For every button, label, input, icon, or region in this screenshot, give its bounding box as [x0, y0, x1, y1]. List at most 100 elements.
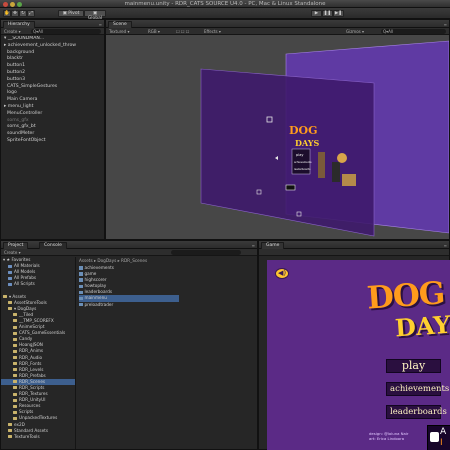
folder-icon	[13, 368, 17, 372]
color-mode-dropdown[interactable]: RGB ▾	[148, 29, 160, 34]
folder-label: RDR_Audio	[19, 354, 43, 360]
game-tabbar: Game ≡	[259, 241, 449, 249]
achievements-menu-button[interactable]: achievements	[386, 382, 449, 396]
folder-icon	[8, 307, 12, 311]
rotate-icon: ↻	[21, 11, 25, 16]
folder-label: RDR_Anims	[19, 348, 44, 354]
folder-icon	[13, 362, 17, 366]
game-viewport[interactable]: ◀) DOG DAYS play achievements leaderboar…	[267, 260, 450, 450]
scale-tool-button[interactable]: ⤢	[27, 10, 35, 17]
rotate-tool-button[interactable]: ↻	[19, 10, 27, 17]
breadcrumb[interactable]: Assets ▸ DogDays ▸ RDR_Scenes	[79, 257, 147, 264]
game-subbar	[259, 249, 449, 256]
folder-label: TextureTools	[14, 433, 40, 439]
folder-label: Resources	[19, 403, 41, 409]
folder-label: RDR_UnityUI	[19, 397, 46, 403]
folder-label: RDR_Fonts	[19, 360, 42, 366]
panel-menu-icon[interactable]: ≡	[99, 22, 102, 27]
move-icon: ✥	[13, 11, 17, 16]
folder-icon	[13, 331, 17, 335]
file-label: preloadtrader	[84, 301, 114, 307]
hierarchy-create-button[interactable]: Create ▾	[4, 29, 21, 34]
folder-label: Scripts	[19, 409, 34, 415]
tab-hierarchy[interactable]: Hierarchy	[3, 21, 35, 28]
scene-tabbar: Scene ≡	[106, 20, 449, 28]
publisher-badge[interactable]: A I	[427, 425, 450, 450]
file-label: highscorer	[84, 277, 107, 283]
scene-panel: Scene ≡ Textured ▾ RGB ▾ ☐ ☐ ☐ Effects ▾…	[105, 19, 450, 240]
unity-scene-icon	[79, 266, 83, 270]
panel-menu-icon[interactable]: ≡	[444, 22, 447, 27]
tab-game[interactable]: Game	[261, 242, 285, 249]
unity-scene-icon	[79, 290, 83, 295]
scene-logo-days: DAYS	[295, 138, 319, 148]
main-toolbar: ✋ ✥ ↻ ⤢ ▣ Pivot ▣ Global ▶ ❚❚ ▶❚	[0, 8, 450, 21]
project-create-button[interactable]: Create ▾	[4, 250, 21, 255]
tab-console[interactable]: Console	[39, 242, 67, 249]
window-titlebar: mainmenu.unity - RDR_CATS SOURCE U4.0 - …	[0, 0, 450, 8]
hierarchy-item[interactable]: ▾ __SOUNDMAN...	[1, 36, 104, 43]
hierarchy-item[interactable]: ▸ menu_light	[1, 104, 104, 111]
hierarchy-item[interactable]: MenuController	[1, 111, 104, 118]
project-search-input[interactable]	[171, 250, 241, 255]
scene-viewport[interactable]: DOG DAYS play achievements leaderboards	[106, 36, 449, 240]
scene-toggles[interactable]: ☐ ☐ ☐	[176, 29, 189, 34]
leaderboards-menu-button[interactable]: leaderboards	[386, 405, 447, 419]
file-label: game	[84, 271, 97, 277]
panel-menu-icon[interactable]: ≡	[252, 243, 255, 248]
scene-search-input[interactable]: Q▾All	[381, 29, 446, 34]
hierarchy-item[interactable]: button1	[1, 63, 104, 70]
unity-scene-icon	[79, 272, 83, 276]
project-panel: Project Console ≡ Create ▾ ▾ ★ Favorites…	[0, 240, 258, 450]
folder-icon	[8, 429, 12, 433]
pause-button[interactable]: ❚❚	[322, 10, 333, 17]
hand-tool-button[interactable]: ✋	[3, 10, 11, 17]
hierarchy-item[interactable]: button2	[1, 70, 104, 77]
play-icon: ▶	[314, 11, 319, 16]
hierarchy-item[interactable]: soundMeter	[1, 131, 104, 138]
folder-tree-item[interactable]: TextureTools	[1, 434, 75, 440]
gizmos-dropdown[interactable]: Gizmos ▾	[346, 29, 364, 34]
folder-icon	[13, 380, 17, 384]
folder-icon	[13, 416, 17, 420]
folder-icon	[13, 313, 17, 317]
folder-label: CATS_GameEssentials	[19, 330, 66, 336]
folder-label: AnimeScript	[19, 324, 45, 330]
move-tool-button[interactable]: ✥	[11, 10, 19, 17]
scale-icon: ⤢	[29, 11, 33, 16]
folder-icon	[3, 295, 7, 299]
scene-character-2	[332, 162, 340, 182]
render-mode-dropdown[interactable]: Textured ▾	[109, 29, 129, 34]
hierarchy-item[interactable]: SpriteFontObject	[1, 138, 104, 145]
panel-menu-icon[interactable]: ≡	[444, 243, 447, 248]
scene-canvas: DOG DAYS play achievements leaderboards	[200, 40, 449, 237]
project-subbar: Create ▾	[1, 249, 257, 256]
hierarchy-item[interactable]: Main Camera	[1, 97, 104, 104]
step-button[interactable]: ▶❚	[333, 10, 344, 17]
hierarchy-item[interactable]: button3	[1, 77, 104, 84]
hierarchy-search-input[interactable]: Q▾All	[31, 29, 101, 34]
scene-file-item[interactable]: preloadtrader	[79, 302, 179, 308]
hierarchy-tabbar: Hierarchy ≡	[1, 20, 104, 28]
folder-label: ▾ Assets	[9, 293, 27, 299]
folder-icon	[8, 264, 12, 268]
scene-character-head	[337, 153, 347, 163]
sound-toggle-button[interactable]: ◀)	[275, 268, 289, 279]
project-content: Assets ▸ DogDays ▸ RDR_Scenes achievemen…	[76, 257, 257, 449]
project-tabbar: Project Console ≡	[1, 241, 257, 249]
folder-icon	[8, 282, 12, 286]
play-menu-button[interactable]: play	[386, 359, 441, 373]
folder-icon	[8, 301, 12, 305]
scene-menu-item: achievements	[294, 160, 312, 164]
effects-dropdown[interactable]: Effects ▾	[204, 29, 221, 34]
tab-scene[interactable]: Scene	[108, 21, 132, 28]
folder-label: Candy	[19, 336, 33, 342]
folder-label: Standard Assets	[14, 427, 49, 433]
global-toggle[interactable]: ▣ Global	[84, 10, 106, 21]
tab-project[interactable]: Project	[3, 242, 29, 249]
folder-icon	[13, 386, 17, 390]
folder-label: All Prefabs	[14, 275, 37, 281]
pivot-toggle[interactable]: ▣ Pivot	[58, 10, 84, 17]
play-button[interactable]: ▶	[311, 10, 322, 17]
hierarchy-item[interactable]: ▸ achievement_unlocked_throw	[1, 43, 104, 50]
